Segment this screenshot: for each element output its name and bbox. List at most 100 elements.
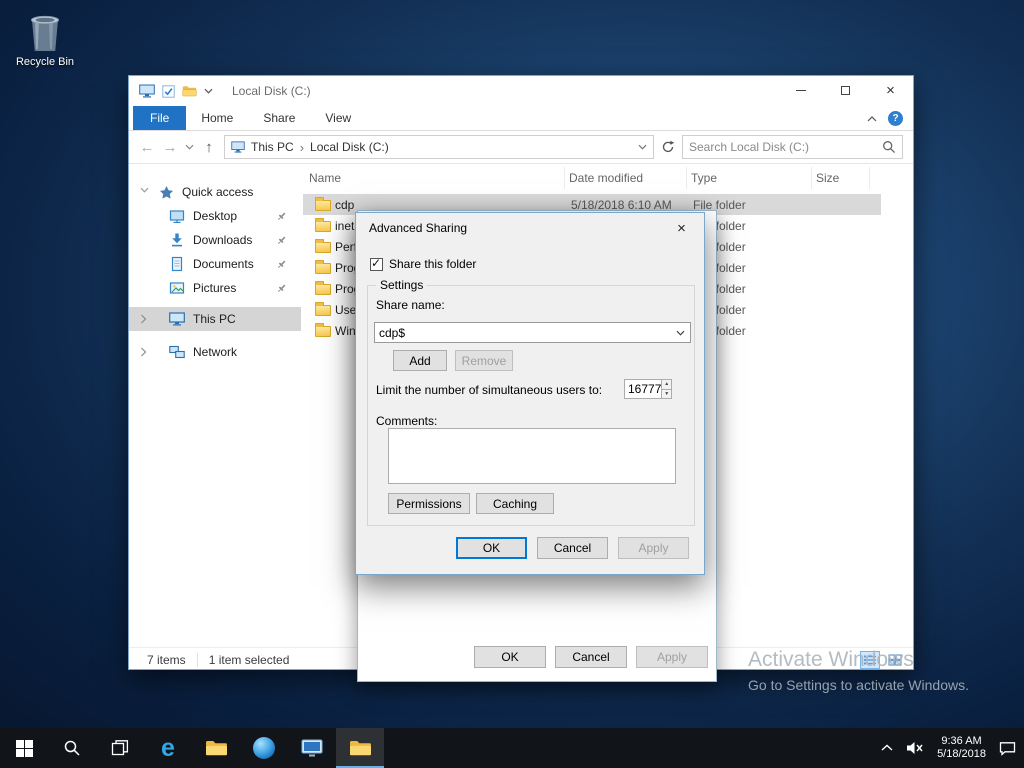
address-bar[interactable]: This PC › Local Disk (C:)	[224, 135, 654, 159]
ribbon-tabs: File Home Share View ?	[129, 106, 913, 131]
sidebar-item-label: This PC	[193, 312, 236, 326]
sharing-ok-button[interactable]: OK	[456, 537, 527, 559]
qat-new-folder-icon[interactable]	[182, 85, 197, 97]
sidebar-item-documents[interactable]: Documents	[129, 252, 301, 276]
file-explorer-button[interactable]	[192, 728, 240, 768]
documents-icon	[169, 256, 185, 272]
sidebar-item-label: Downloads	[193, 233, 252, 247]
volume-muted-icon[interactable]	[906, 741, 924, 755]
recycle-bin[interactable]: Recycle Bin	[6, 8, 84, 68]
activate-windows-watermark: Activate Windows Go to Settings to activ…	[748, 648, 969, 693]
action-center-icon[interactable]	[999, 741, 1016, 756]
quick-access-star-icon	[159, 185, 174, 200]
user-limit-value[interactable]: 16777	[625, 380, 661, 398]
folder-icon	[315, 326, 331, 337]
tab-file[interactable]: File	[133, 106, 186, 130]
column-header-date-modified[interactable]: Date modified	[565, 167, 687, 189]
sidebar-item-label: Pictures	[193, 281, 236, 295]
maximize-button[interactable]	[823, 76, 868, 105]
taskbar-search-button[interactable]	[48, 728, 96, 768]
task-view-button[interactable]	[96, 728, 144, 768]
tab-share[interactable]: Share	[248, 106, 310, 130]
app-sphere-icon	[253, 737, 275, 759]
breadcrumb-root[interactable]: This PC	[251, 140, 294, 154]
item-count: 7 items	[147, 653, 186, 667]
sidebar-item-desktop[interactable]: Desktop	[129, 204, 301, 228]
address-dropdown-chevron-icon[interactable]	[638, 144, 647, 150]
search-input[interactable]	[689, 140, 882, 154]
add-share-button[interactable]: Add	[393, 350, 447, 371]
forward-icon[interactable]: →	[162, 140, 178, 155]
dialog-close-button[interactable]: ×	[659, 213, 704, 243]
edge-button[interactable]: e	[144, 728, 192, 768]
chevron-right-icon[interactable]	[140, 314, 147, 324]
share-this-folder-checkbox[interactable]: ✓	[370, 258, 383, 271]
tab-view[interactable]: View	[310, 106, 366, 130]
share-name-combobox[interactable]: cdp$	[374, 322, 691, 343]
navigation-pane: Quick access Desktop	[129, 164, 301, 647]
minimize-button[interactable]	[778, 76, 823, 105]
pin-icon	[276, 283, 287, 294]
caching-button[interactable]: Caching	[476, 493, 554, 514]
dialog-title: Advanced Sharing	[369, 221, 467, 235]
back-icon[interactable]: ←	[139, 140, 155, 155]
chevron-right-icon[interactable]	[140, 347, 147, 357]
user-limit-label: Limit the number of simultaneous users t…	[376, 383, 602, 397]
search-icon[interactable]	[882, 140, 896, 154]
advanced-sharing-dialog: Advanced Sharing × ✓ Share this folder S…	[355, 212, 705, 575]
sidebar-item-downloads[interactable]: Downloads	[129, 228, 301, 252]
column-header-type[interactable]: Type	[687, 167, 812, 189]
tab-home[interactable]: Home	[186, 106, 248, 130]
sidebar-item-pictures[interactable]: Pictures	[129, 276, 301, 300]
up-icon[interactable]: ↑	[201, 140, 217, 155]
sidebar-item-label: Desktop	[193, 209, 237, 223]
combo-chevron-down-icon[interactable]	[676, 330, 685, 336]
minimize-icon	[796, 90, 806, 91]
taskbar: e	[0, 728, 1024, 768]
folder-icon	[315, 284, 331, 295]
close-icon: ×	[886, 83, 895, 98]
taskbar-clock[interactable]: 9:36 AM 5/18/2018	[937, 735, 986, 761]
breadcrumb-chevron-icon[interactable]: ›	[300, 140, 304, 155]
refresh-icon[interactable]	[661, 140, 675, 154]
search-box[interactable]	[682, 135, 903, 159]
comments-label: Comments:	[376, 414, 437, 428]
breadcrumb-current[interactable]: Local Disk (C:)	[310, 140, 389, 154]
help-icon[interactable]: ?	[888, 111, 903, 126]
qat-properties-icon[interactable]	[162, 85, 175, 98]
ribbon-collapse-icon[interactable]	[867, 116, 877, 122]
edge-icon: e	[161, 736, 175, 761]
status-divider	[197, 653, 198, 667]
permissions-button[interactable]: Permissions	[388, 493, 470, 514]
properties-cancel-button[interactable]: Cancel	[555, 646, 627, 668]
open-explorer-window-button[interactable]	[336, 728, 384, 768]
folder-icon	[315, 305, 331, 316]
column-header-size[interactable]: Size	[812, 167, 870, 189]
user-limit-spinner[interactable]: 16777 ▲ ▼	[624, 379, 672, 399]
pinned-app-button[interactable]	[240, 728, 288, 768]
tray-expand-chevron-icon[interactable]	[881, 744, 893, 752]
search-icon	[63, 739, 81, 757]
start-button[interactable]	[0, 728, 48, 768]
recycle-bin-icon	[25, 8, 65, 54]
chevron-down-icon[interactable]	[140, 187, 149, 193]
column-header-name[interactable]: Name	[309, 167, 565, 189]
folder-icon	[315, 200, 331, 211]
system-tray: 9:36 AM 5/18/2018	[881, 728, 1016, 768]
sidebar-item-quick-access[interactable]: Quick access	[129, 180, 301, 204]
share-name-value: cdp$	[379, 326, 405, 340]
sidebar-item-network[interactable]: Network	[129, 340, 301, 364]
settings-group-label: Settings	[376, 278, 427, 292]
column-headers: Name Date modified Type Size	[301, 164, 913, 194]
properties-ok-button[interactable]: OK	[474, 646, 546, 668]
spinner-down-icon[interactable]: ▼	[662, 390, 671, 399]
close-button[interactable]: ×	[868, 76, 913, 105]
server-manager-button[interactable]	[288, 728, 336, 768]
qat-customize-chevron-icon[interactable]	[204, 88, 213, 94]
comments-textarea[interactable]	[388, 428, 676, 484]
sharing-cancel-button[interactable]: Cancel	[537, 537, 608, 559]
recent-locations-chevron-icon[interactable]	[185, 144, 194, 150]
spinner-up-icon[interactable]: ▲	[662, 380, 671, 390]
folder-icon	[315, 263, 331, 274]
sidebar-item-this-pc[interactable]: This PC	[129, 307, 301, 331]
